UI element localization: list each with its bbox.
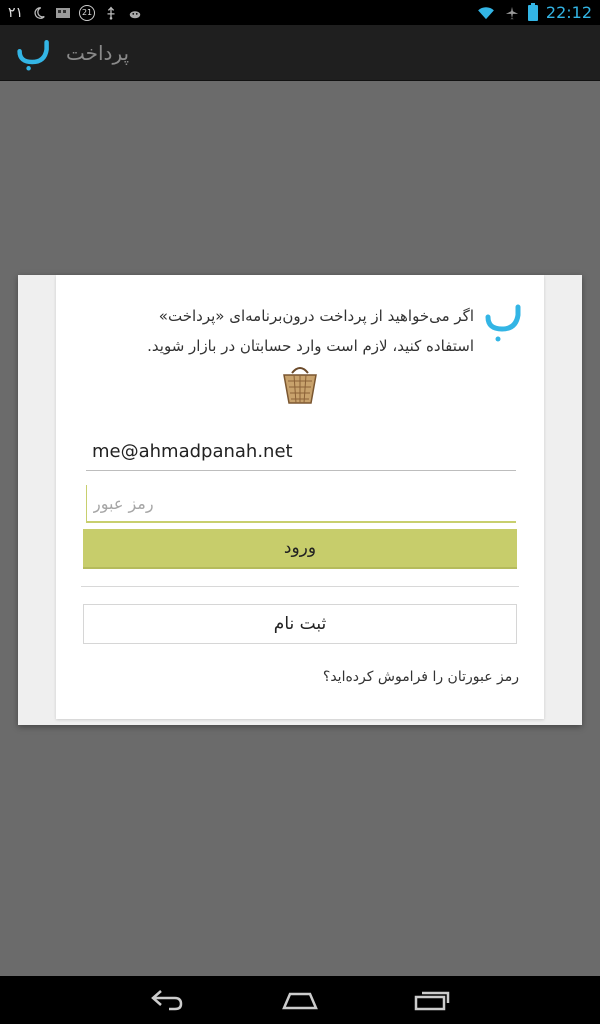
bazaar-basket-icon <box>283 367 317 404</box>
back-button[interactable] <box>137 980 197 1020</box>
password-field[interactable] <box>86 485 516 523</box>
back-icon <box>150 990 182 1011</box>
intro-text: اگر می‌خواهید از پرداخت درون‌برنامه‌ای «… <box>114 301 474 361</box>
intro-line-2: استفاده کنید، لازم است وارد حسابتان در ب… <box>147 337 474 355</box>
keyboard-icon <box>56 7 71 18</box>
login-card: اگر می‌خواهید از پرداخت درون‌برنامه‌ای «… <box>56 275 544 719</box>
app-title: پرداخت <box>66 40 130 65</box>
badge-icon: 21 <box>79 4 96 21</box>
forgot-password-link[interactable]: رمز عبورتان را فراموش کرده‌اید؟ <box>323 669 519 685</box>
intro-line-1: اگر می‌خواهید از پرداخت درون‌برنامه‌ای «… <box>158 307 474 325</box>
navigation-bar <box>0 976 600 1024</box>
status-left: ۲۱ 21 <box>8 4 143 21</box>
battery-icon <box>527 2 538 21</box>
home-icon <box>282 992 318 1010</box>
login-button[interactable]: ورود <box>83 529 517 569</box>
status-right: 22:12 <box>476 2 592 22</box>
status-bar: ۲۱ 21 22:12 <box>0 0 600 25</box>
action-bar: پرداخت <box>0 25 600 81</box>
login-dialog: اگر می‌خواهید از پرداخت درون‌برنامه‌ای «… <box>18 275 582 725</box>
wifi-icon <box>478 6 494 19</box>
pardakht-logo-icon[interactable] <box>16 35 52 71</box>
email-field[interactable] <box>86 433 516 471</box>
home-button[interactable] <box>270 980 330 1020</box>
divider <box>81 586 519 587</box>
android-icon <box>129 10 141 18</box>
airplane-icon <box>505 6 519 19</box>
register-button[interactable]: ثبت نام <box>83 604 517 644</box>
status-time: 22:12 <box>545 3 592 22</box>
recent-apps-icon <box>415 991 450 1011</box>
recent-apps-button[interactable] <box>403 980 463 1020</box>
pardakht-logo-icon <box>485 304 521 342</box>
badge-number: 21 <box>81 8 93 17</box>
usb-icon <box>107 6 115 20</box>
notification-number: ۲۱ <box>8 4 24 21</box>
moon-icon <box>34 6 45 19</box>
